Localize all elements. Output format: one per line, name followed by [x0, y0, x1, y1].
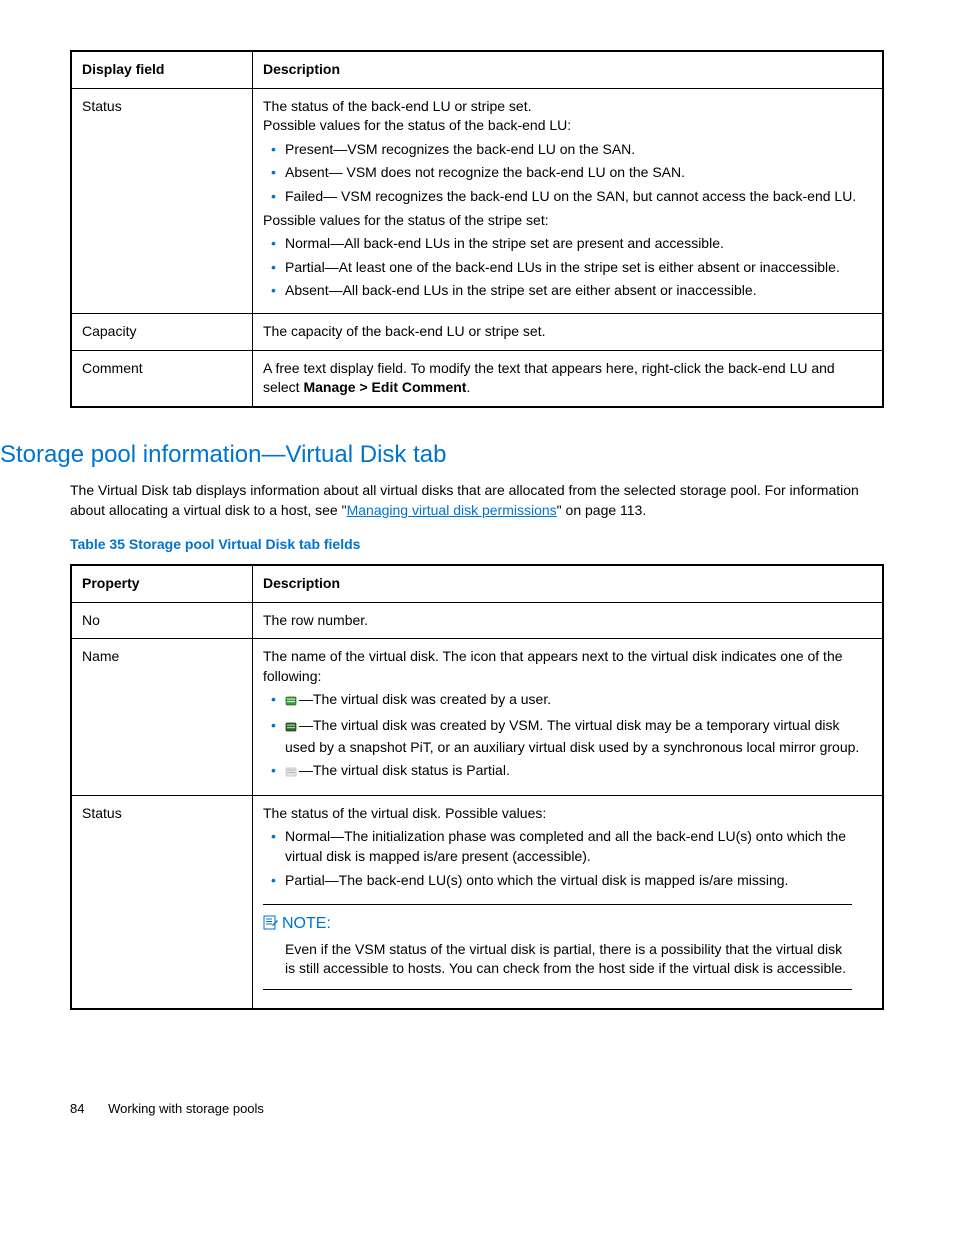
- status-intro1: The status of the back-end LU or stripe …: [263, 97, 872, 117]
- list-item: Normal—All back-end LUs in the stripe se…: [285, 234, 872, 254]
- cell-label: Comment: [71, 350, 253, 407]
- col-header-property: Property: [71, 565, 253, 602]
- table-row: Comment A free text display field. To mo…: [71, 350, 883, 407]
- cell-label: No: [71, 602, 253, 639]
- status2-bullets: Normal—The initialization phase was comp…: [263, 827, 872, 890]
- col-header-display: Display field: [71, 51, 253, 88]
- note-body: Even if the VSM status of the virtual di…: [285, 940, 852, 979]
- note-label: NOTE:: [282, 915, 331, 932]
- cell-desc: The status of the virtual disk. Possible…: [253, 795, 884, 1008]
- disk-partial-icon: [285, 763, 297, 783]
- list-item: Absent—All back-end LUs in the stripe se…: [285, 281, 872, 301]
- disk-vsm-icon: [285, 718, 297, 738]
- status2-intro: The status of the virtual disk. Possible…: [263, 804, 872, 824]
- table-row: No The row number.: [71, 602, 883, 639]
- intro-paragraph: The Virtual Disk tab displays informatio…: [70, 481, 884, 520]
- status-stripe-list: Normal—All back-end LUs in the stripe se…: [263, 234, 872, 301]
- page-number: 84: [70, 1100, 84, 1118]
- comment-bold: Manage > Edit Comment: [303, 379, 466, 395]
- list-item: Absent— VSM does not recognize the back-…: [285, 163, 872, 183]
- cell-label: Capacity: [71, 313, 253, 350]
- list-item: Partial—The back-end LU(s) onto which th…: [285, 871, 872, 891]
- name-b0: —The virtual disk was created by a user.: [299, 691, 551, 707]
- table-row: Status The status of the back-end LU or …: [71, 88, 883, 313]
- cell-desc: The status of the back-end LU or stripe …: [253, 88, 884, 313]
- chapter-name: Working with storage pools: [108, 1101, 264, 1116]
- list-item: —The virtual disk was created by a user.: [285, 690, 872, 712]
- list-item: —The virtual disk was created by VSM. Th…: [285, 716, 872, 757]
- cell-label: Name: [71, 639, 253, 796]
- status-intro3: Possible values for the status of the st…: [263, 211, 872, 231]
- table-row: Status The status of the virtual disk. P…: [71, 795, 883, 1008]
- name-bullets: —The virtual disk was created by a user.…: [263, 690, 872, 782]
- cell-desc: The name of the virtual disk. The icon t…: [253, 639, 884, 796]
- cell-label: Status: [71, 88, 253, 313]
- list-item: Normal—The initialization phase was comp…: [285, 827, 872, 866]
- status-lu-list: Present—VSM recognizes the back-end LU o…: [263, 140, 872, 207]
- table-virtual-disk-fields: Property Description No The row number. …: [70, 564, 884, 1010]
- list-item: Present—VSM recognizes the back-end LU o…: [285, 140, 872, 160]
- para-post: " on page 113.: [557, 502, 647, 518]
- name-intro: The name of the virtual disk. The icon t…: [263, 647, 872, 686]
- table-row: Name The name of the virtual disk. The i…: [71, 639, 883, 796]
- note-block: NOTE: Even if the VSM status of the virt…: [263, 904, 852, 990]
- table-display-fields: Display field Description Status The sta…: [70, 50, 884, 408]
- name-b2: —The virtual disk status is Partial.: [299, 762, 510, 778]
- cell-desc: The row number.: [253, 602, 884, 639]
- col-header-description: Description: [253, 565, 884, 602]
- table-caption: Table 35 Storage pool Virtual Disk tab f…: [70, 535, 884, 555]
- col-header-description: Description: [253, 51, 884, 88]
- note-heading: NOTE:: [263, 913, 852, 935]
- section-heading: Storage pool information—Virtual Disk ta…: [0, 438, 884, 472]
- disk-user-icon: [285, 692, 297, 712]
- note-icon: [263, 915, 278, 930]
- name-b1: —The virtual disk was created by VSM. Th…: [285, 717, 859, 755]
- list-item: Failed— VSM recognizes the back-end LU o…: [285, 187, 872, 207]
- cell-desc: A free text display field. To modify the…: [253, 350, 884, 407]
- cell-desc: The capacity of the back-end LU or strip…: [253, 313, 884, 350]
- comment-post: .: [466, 379, 470, 395]
- list-item: Partial—At least one of the back-end LUs…: [285, 258, 872, 278]
- table-row: Capacity The capacity of the back-end LU…: [71, 313, 883, 350]
- list-item: —The virtual disk status is Partial.: [285, 761, 872, 783]
- cell-label: Status: [71, 795, 253, 1008]
- status-intro2: Possible values for the status of the ba…: [263, 116, 872, 136]
- page-footer: 84 Working with storage pools: [70, 1100, 884, 1118]
- link-managing-vdisk-permissions[interactable]: Managing virtual disk permissions: [347, 502, 557, 518]
